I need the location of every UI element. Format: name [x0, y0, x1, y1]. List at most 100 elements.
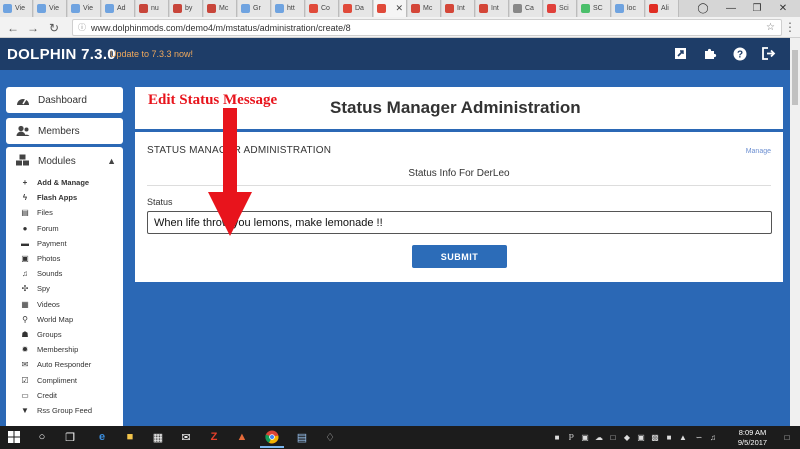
module-item-icon: ● — [22, 223, 28, 233]
module-item[interactable]: ϟ Flash Apps — [6, 190, 123, 205]
tab-label: Int — [457, 5, 465, 12]
notifications-icon[interactable]: □ — [782, 432, 792, 442]
tray-icon[interactable]: ▲ — [678, 432, 688, 442]
module-item-icon: ✹ — [21, 345, 29, 355]
reload-icon[interactable]: ↻ — [46, 20, 62, 36]
search-icon[interactable]: ○ — [34, 429, 50, 445]
address-bar[interactable]: ⓘ www.dolphinmods.com/demo4/m/mstatus/ad… — [72, 19, 782, 36]
profile-icon[interactable]: ◯ — [692, 0, 714, 17]
logout-icon[interactable] — [761, 46, 776, 61]
tab-label: SC — [593, 5, 603, 12]
browser-tab[interactable]: SC — [578, 0, 611, 17]
tray-icon[interactable]: ■ — [552, 432, 562, 442]
module-item[interactable]: ✉ Auto Responder — [6, 357, 123, 372]
window-close-icon[interactable]: ✕ — [772, 0, 794, 17]
module-item[interactable]: + Add & Manage — [6, 175, 123, 190]
module-item-icon: ▭ — [21, 390, 29, 400]
module-item[interactable]: ✹ Membership — [6, 342, 123, 357]
module-item[interactable]: ⚲ World Map — [6, 312, 123, 327]
task-view-icon[interactable]: ❐ — [62, 429, 78, 445]
module-item[interactable]: ☗ Groups — [6, 327, 123, 342]
module-item[interactable]: ▼ Rss Group Feed — [6, 403, 123, 418]
wifi-icon[interactable]: ∽ — [694, 432, 704, 442]
browser-tab[interactable]: Int — [476, 0, 509, 17]
module-item-label: Groups — [37, 329, 62, 339]
browser-tab[interactable]: Vie — [0, 0, 33, 17]
sidebar-item-modules[interactable]: Modules ▲ — [6, 147, 123, 175]
browser-tab[interactable]: Int — [442, 0, 475, 17]
app-icon[interactable]: ▲ — [234, 429, 250, 445]
module-item[interactable]: ▣ Photos — [6, 251, 123, 266]
sidebar-item-members[interactable]: Members — [6, 118, 123, 144]
browser-tab[interactable]: Mc — [408, 0, 441, 17]
module-item[interactable]: ▬ Payment — [6, 236, 123, 251]
browser-tab[interactable]: Da — [340, 0, 373, 17]
browser-tab[interactable]: nu — [136, 0, 169, 17]
browser-tab[interactable]: Ca — [510, 0, 543, 17]
help-icon[interactable]: ? — [732, 46, 747, 61]
module-item-icon: ▦ — [21, 299, 29, 309]
browser-tab[interactable]: Mc — [204, 0, 237, 17]
bookmark-star-icon[interactable]: ☆ — [766, 22, 775, 33]
page-scrollbar[interactable] — [790, 38, 800, 426]
module-item-icon: ♫ — [22, 269, 28, 279]
tab-favicon-icon — [411, 4, 420, 13]
minimize-icon[interactable]: — — [720, 0, 742, 17]
tray-icon[interactable]: ▩ — [650, 432, 660, 442]
module-item-label: Payment — [37, 238, 67, 248]
browser-tab[interactable]: loc — [612, 0, 645, 17]
browser-tab[interactable]: htt — [272, 0, 305, 17]
clock[interactable]: 8:09 AM 9/5/2017 — [730, 428, 775, 448]
submit-button[interactable]: SUBMIT — [412, 245, 507, 268]
browser-tab[interactable]: Vie — [68, 0, 101, 17]
volume-icon[interactable]: ♫ — [708, 432, 718, 442]
back-icon[interactable]: ← — [5, 20, 21, 36]
windows-start-icon[interactable] — [6, 429, 22, 445]
filezilla-icon[interactable]: Z — [206, 429, 222, 445]
module-item[interactable]: ✣ Spy — [6, 281, 123, 296]
tray-icon[interactable]: □ — [608, 432, 618, 442]
tray-app-icon[interactable]: ▣ — [580, 432, 590, 442]
module-item[interactable]: ☑ Compliment — [6, 372, 123, 387]
cloud-icon[interactable]: ☁ — [594, 432, 604, 442]
browser-tab[interactable]: Co — [306, 0, 339, 17]
chrome-icon[interactable] — [260, 429, 284, 448]
brand-logo[interactable]: DOLPHIN 7.3.0 — [7, 46, 116, 63]
forward-icon[interactable]: → — [25, 20, 41, 36]
browser-tab[interactable]: by — [170, 0, 203, 17]
browser-tab[interactable]: ✕ — [374, 0, 407, 17]
tab-favicon-icon — [445, 4, 454, 13]
page-info-icon[interactable]: ⓘ — [78, 22, 86, 33]
tab-label: Mc — [219, 5, 229, 12]
module-item[interactable]: ▭ Credit — [6, 388, 123, 403]
browser-tab[interactable]: Ali — [646, 0, 679, 17]
puzzle-icon[interactable] — [703, 46, 718, 61]
module-item[interactable]: ● Forum — [6, 221, 123, 236]
browser-tab[interactable]: Vie — [34, 0, 67, 17]
edge-icon[interactable]: e — [94, 429, 110, 445]
bluetooth-icon[interactable]: ℙ — [566, 432, 576, 442]
mail-icon[interactable]: ✉ — [178, 429, 194, 445]
language-icon[interactable]: ▤ — [294, 429, 310, 445]
browser-tab[interactable]: Sci — [544, 0, 577, 17]
sidebar-item-dashboard[interactable]: Dashboard — [6, 87, 123, 113]
chevron-up-icon[interactable]: ▲ — [107, 156, 116, 166]
module-item[interactable]: ♫ Sounds — [6, 266, 123, 281]
tab-close-icon[interactable]: ✕ — [395, 3, 403, 14]
browser-tab[interactable]: Gr — [238, 0, 271, 17]
browser-menu-icon[interactable]: ⋮ — [784, 20, 796, 34]
tray-icon[interactable]: ◆ — [622, 432, 632, 442]
scrollbar-thumb[interactable] — [792, 50, 798, 105]
maximize-icon[interactable]: ❐ — [746, 0, 768, 17]
edit-icon[interactable] — [673, 46, 688, 61]
tray-icon[interactable]: ■ — [664, 432, 674, 442]
tray-icon[interactable]: ▣ — [636, 432, 646, 442]
browser-tab[interactable]: Ad — [102, 0, 135, 17]
file-explorer-icon[interactable]: ■ — [122, 429, 138, 445]
manage-link[interactable]: Manage — [746, 148, 771, 155]
update-link[interactable]: Update to 7.3.3 now! — [110, 49, 193, 59]
module-item[interactable]: ▤ Files — [6, 205, 123, 220]
module-item[interactable]: ▦ Videos — [6, 297, 123, 312]
paint-icon[interactable]: ♢ — [322, 429, 338, 445]
store-icon[interactable]: ▦ — [150, 429, 166, 445]
